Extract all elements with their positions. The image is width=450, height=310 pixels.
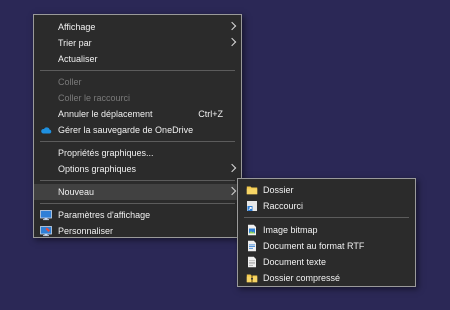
menu-item-label: Gérer la sauvegarde de OneDrive (58, 125, 194, 135)
menu-item-nouveau[interactable]: Nouveau (34, 184, 241, 200)
bitmap-image-icon (248, 224, 256, 236)
menu-separator (40, 70, 235, 71)
menu-item-label: Coller le raccourci (58, 93, 131, 103)
menu-item-label: Paramètres d'affichage (58, 210, 151, 220)
menu-item-label: Personnaliser (58, 226, 114, 236)
menu-item-coller-raccourci: Coller le raccourci (34, 90, 241, 106)
shortcut-icon (247, 201, 257, 211)
submenu-item-document-rtf[interactable]: Document au format RTF (238, 238, 415, 254)
menu-item-label: Annuler le déplacement (58, 109, 153, 119)
onedrive-cloud-icon (41, 127, 52, 134)
chevron-right-icon (227, 186, 237, 196)
keyboard-shortcut: Ctrl+Z (198, 109, 223, 119)
menu-item-proprietes-graphiques[interactable]: Propriétés graphiques... (34, 145, 241, 161)
menu-item-label: Options graphiques (58, 164, 137, 174)
submenu-item-raccourci[interactable]: Raccourci (238, 198, 415, 214)
menu-item-actualiser[interactable]: Actualiser (34, 51, 241, 67)
zip-folder-icon (246, 274, 258, 283)
submenu-item-label: Raccourci (263, 201, 304, 211)
submenu-item-label: Dossier compressé (263, 273, 341, 283)
submenu-item-label: Document texte (263, 257, 327, 267)
submenu-item-document-texte[interactable]: Document texte (238, 254, 415, 270)
menu-item-label: Affichage (58, 22, 96, 32)
menu-item-parametres-affichage[interactable]: Paramètres d'affichage (34, 207, 241, 223)
menu-item-label: Actualiser (58, 54, 98, 64)
desktop-context-menu: Affichage Trier par Actualiser Coller Co… (33, 14, 242, 238)
menu-item-annuler-deplacement[interactable]: Annuler le déplacement Ctrl+Z (34, 106, 241, 122)
submenu-item-dossier-compresse[interactable]: Dossier compressé (238, 270, 415, 286)
submenu-item-image-bitmap[interactable]: Image bitmap (238, 222, 415, 238)
submenu-item-dossier[interactable]: Dossier (238, 182, 415, 198)
submenu-item-label: Image bitmap (263, 225, 318, 235)
menu-item-trier-par[interactable]: Trier par (34, 35, 241, 51)
menu-item-label: Nouveau (58, 187, 95, 197)
chevron-right-icon (227, 21, 237, 31)
menu-separator (244, 217, 409, 218)
menu-item-coller: Coller (34, 74, 241, 90)
menu-item-label: Coller (58, 77, 82, 87)
menu-separator (40, 203, 235, 204)
new-submenu: Dossier Raccourci Image bitmap Document … (237, 178, 416, 287)
menu-item-affichage[interactable]: Affichage (34, 19, 241, 35)
chevron-right-icon (227, 163, 237, 173)
menu-item-label: Trier par (58, 38, 92, 48)
text-document-icon (248, 256, 256, 268)
display-settings-icon (40, 210, 52, 221)
rtf-document-icon (248, 240, 256, 252)
menu-item-options-graphiques[interactable]: Options graphiques (34, 161, 241, 177)
submenu-item-label: Dossier (263, 185, 294, 195)
chevron-right-icon (227, 37, 237, 47)
menu-separator (40, 180, 235, 181)
menu-separator (40, 141, 235, 142)
menu-item-onedrive-backup[interactable]: Gérer la sauvegarde de OneDrive (34, 122, 241, 138)
folder-icon (246, 186, 258, 195)
menu-item-label: Propriétés graphiques... (58, 148, 154, 158)
submenu-item-label: Document au format RTF (263, 241, 365, 251)
menu-item-personnaliser[interactable]: Personnaliser (34, 223, 241, 239)
personalize-icon (40, 226, 52, 237)
